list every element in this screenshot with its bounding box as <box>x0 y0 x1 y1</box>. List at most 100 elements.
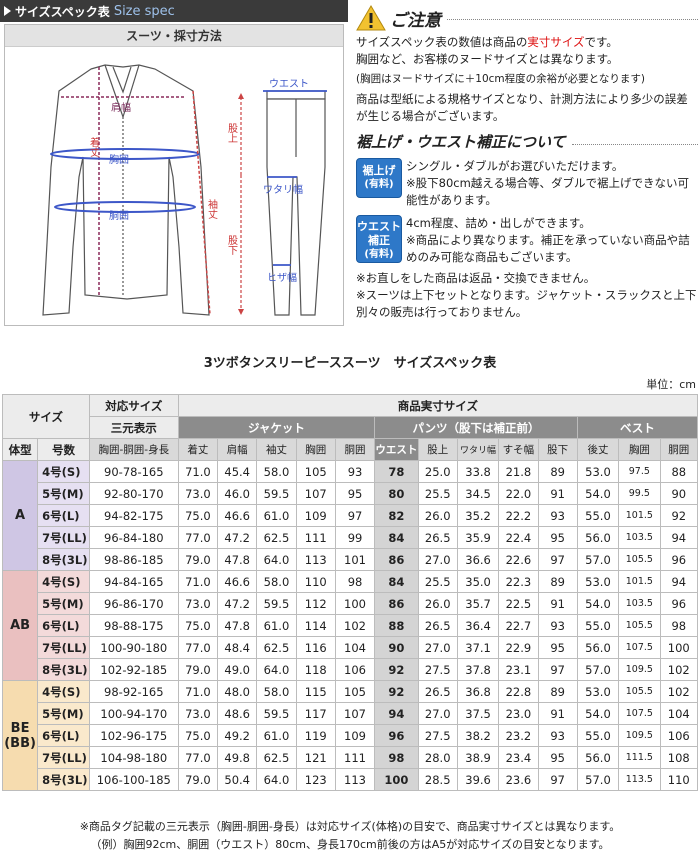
jacket-cell: 75.0 <box>177 614 219 637</box>
th-sodetake: 袖丈 <box>256 438 297 461</box>
jacket-cell: 101 <box>334 548 376 571</box>
pants-cell: 93 <box>537 614 578 637</box>
pants-cell: 22.3 <box>498 570 539 593</box>
vest-cell: 94 <box>659 526 699 549</box>
pants-cell: 89 <box>537 680 578 703</box>
table-row: 7号(LL) 96-84-180 77.0 47.2 62.5 111 99 84 26.5 35… <box>3 526 699 549</box>
triangle-icon <box>4 6 11 16</box>
jacket-cell: 106 <box>334 658 376 681</box>
size-cell: 6号(L) <box>37 614 90 637</box>
jacket-cell: 114 <box>295 614 336 637</box>
pants-cell: 27.5 <box>417 658 458 681</box>
jacket-cell: 47.8 <box>217 548 258 571</box>
pants-cell: 26.0 <box>417 504 458 527</box>
sangen-cell: 102-92-185 <box>88 658 179 681</box>
waist-cell: 92 <box>374 680 419 703</box>
vest-cell: 53.0 <box>576 460 620 483</box>
th-watari: ワタリ幅 <box>456 438 500 461</box>
jacket-cell: 45.4 <box>217 460 258 483</box>
table-row: 6号(L) 98-88-175 75.0 47.8 61.0 114 102 88 26.5 36… <box>3 614 699 637</box>
jacket-cell: 59.5 <box>256 702 297 725</box>
size-cell: 4号(S) <box>37 680 90 703</box>
th-vest-mune: 胸囲 <box>618 438 661 461</box>
th-size: サイズ <box>2 394 90 439</box>
pants-cell: 26.5 <box>417 526 458 549</box>
jacket-cell: 49.2 <box>217 724 258 747</box>
vest-cell: 103.5 <box>618 526 661 549</box>
jacket-cell: 77.0 <box>177 636 219 659</box>
waist-cell: 90 <box>374 636 419 659</box>
pants-cell: 21.8 <box>498 460 539 483</box>
th-jacket: ジャケット <box>177 416 376 439</box>
size-cell: 4号(S) <box>37 460 90 483</box>
pants-cell: 23.1 <box>498 658 539 681</box>
sangen-cell: 94-84-165 <box>88 570 179 593</box>
caution-p4: 商品は型紙による規格サイズとなり、計測方法により多少の誤差が生じる場合がございま… <box>356 92 688 123</box>
hemming-text1: シングル・ダブルがお選びいただけます。 <box>406 159 624 173</box>
pants-cell: 36.8 <box>456 680 500 703</box>
pants-cell: 39.6 <box>456 768 500 791</box>
th-matashita: 股下 <box>537 438 578 461</box>
jacket-cell: 79.0 <box>177 548 219 571</box>
sangen-cell: 100-90-180 <box>88 636 179 659</box>
jacket-cell: 50.4 <box>217 768 258 791</box>
measuring-panel: スーツ・採寸方法 肩幅 着丈 胸囲 胴囲 袖丈 ウエスト 股上 ワタリ幅 股下 … <box>4 24 344 326</box>
label-munamawari: 胸囲 <box>109 153 129 166</box>
pants-cell: 91 <box>537 702 578 725</box>
waist-cell: 98 <box>374 746 419 769</box>
jacket-cell: 79.0 <box>177 768 219 791</box>
hemming-text2: ※股下80cm越える場合等、ダブルで裾上げできない可能性があります。 <box>406 176 689 207</box>
th-gousu: 号数 <box>37 438 90 461</box>
jacket-cell: 113 <box>334 768 376 791</box>
waist-cell: 96 <box>374 724 419 747</box>
waist-cell: 88 <box>374 614 419 637</box>
caution-n2: ※スーツは上下セットとなります。ジャケット・スラックスと上下別々の販売は行ってお… <box>356 288 697 319</box>
pants-cell: 35.2 <box>456 504 500 527</box>
vest-cell: 99.5 <box>618 482 661 505</box>
pants-cell: 36.4 <box>456 614 500 637</box>
unit-label: 単位：cm <box>646 378 696 391</box>
vest-cell: 103.5 <box>618 592 661 615</box>
vest-cell: 57.0 <box>576 658 620 681</box>
pants-cell: 97 <box>537 768 578 791</box>
th-matagami: 股上 <box>417 438 458 461</box>
size-cell: 6号(L) <box>37 724 90 747</box>
jacket-cell: 47.2 <box>217 592 258 615</box>
table-row: 7号(LL) 100-90-180 77.0 48.4 62.5 116 104 90 27.0… <box>3 636 699 659</box>
caution-p3: (胸囲はヌードサイズに＋10cm程度の余裕が必要となります) <box>356 73 645 85</box>
pants-cell: 34.5 <box>456 482 500 505</box>
vest-cell: 94 <box>659 570 699 593</box>
pants-cell: 38.9 <box>456 746 500 769</box>
warning-icon <box>356 5 386 31</box>
jacket-cell: 93 <box>334 460 376 483</box>
size-cell: 7号(LL) <box>37 526 90 549</box>
jacket-cell: 46.0 <box>217 482 258 505</box>
size-cell: 8号(3L) <box>37 658 90 681</box>
waist-badge: ウエスト 補正 (有料) <box>356 215 402 263</box>
pants-cell: 89 <box>537 460 578 483</box>
jacket-cell: 75.0 <box>177 504 219 527</box>
jacket-cell: 49.8 <box>217 746 258 769</box>
jacket-cell: 58.0 <box>256 460 297 483</box>
vest-cell: 101.5 <box>618 504 661 527</box>
hemming-badge: 裾上げ (有料) <box>356 158 402 198</box>
jacket-cell: 110 <box>295 570 336 593</box>
jacket-cell: 104 <box>334 636 376 659</box>
table-row: AB 4号(S) 94-84-165 71.0 46.6 58.0 110 98 84 25.5 3… <box>1 570 699 681</box>
jacket-cell: 79.0 <box>177 658 219 681</box>
waist-cell: 100 <box>374 768 419 791</box>
vest-cell: 98 <box>659 614 699 637</box>
jacket-cell: 73.0 <box>177 702 219 725</box>
vest-cell: 111.5 <box>618 746 661 769</box>
jacket-cell: 71.0 <box>177 460 219 483</box>
jacket-cell: 62.5 <box>256 526 297 549</box>
label-sodetake: 袖丈 <box>206 198 218 220</box>
th-pants: パンツ（股下は補正前） <box>374 416 578 439</box>
vest-cell: 107.5 <box>618 636 661 659</box>
th-sangen: 三元表示 <box>88 416 179 439</box>
jacket-cell: 115 <box>295 680 336 703</box>
footnote-1: ※商品タグ記載の三元表示（胸囲-胴囲-身長）は対応サイズ(体格)の目安で、商品実… <box>79 820 621 833</box>
table-row: 7号(LL) 104-98-180 77.0 49.8 62.5 121 111 98 28.0… <box>3 746 699 769</box>
label-west: ウエスト <box>269 78 309 90</box>
sangen-cell: 102-96-175 <box>88 724 179 747</box>
